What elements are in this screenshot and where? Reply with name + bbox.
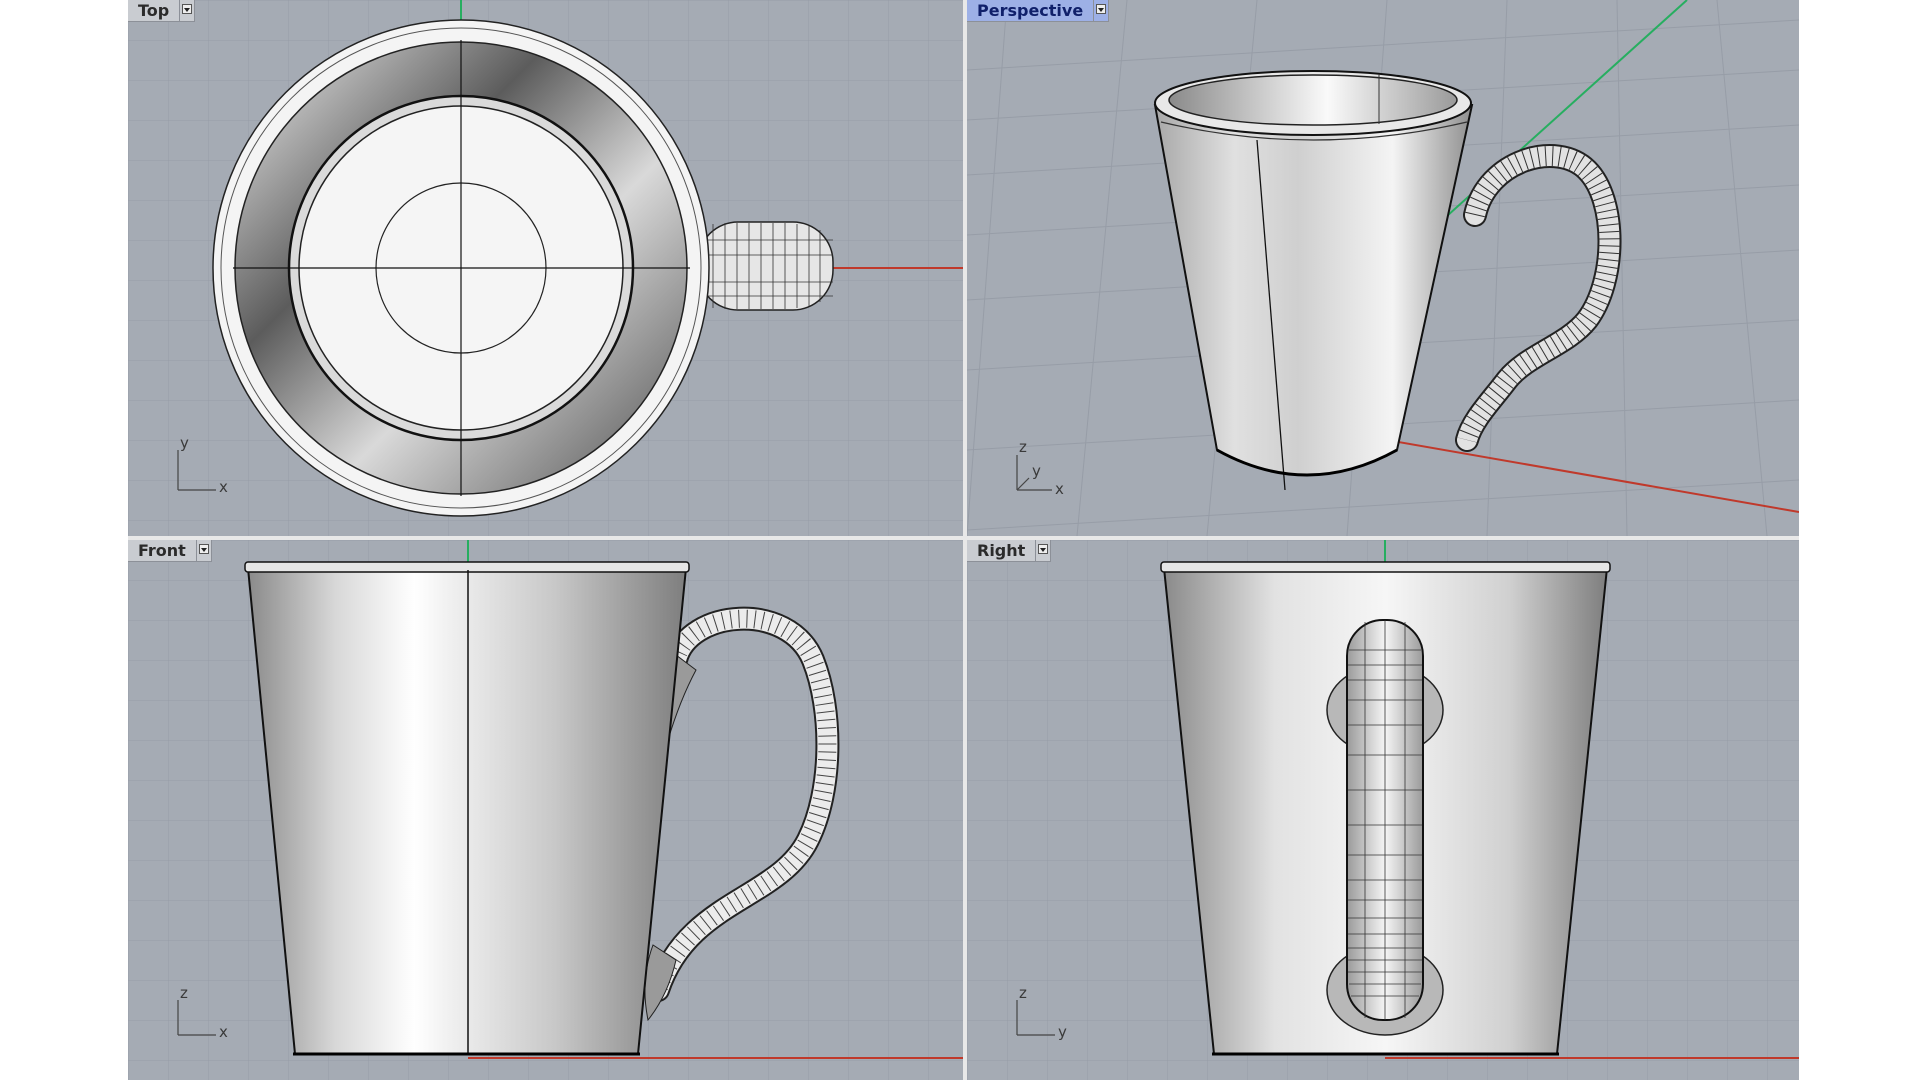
viewport-menu-arrow-icon[interactable] <box>196 540 212 562</box>
viewport-perspective[interactable]: z y x Perspective <box>967 0 1799 536</box>
right-view-canvas: z y <box>967 540 1799 1080</box>
viewport-title[interactable]: Front <box>128 540 197 562</box>
perspective-view-canvas: z y x <box>967 0 1799 536</box>
axis-label-a: z <box>1019 438 1027 456</box>
viewport-title[interactable]: Right <box>967 540 1037 562</box>
axis-label-b: x <box>219 1023 228 1041</box>
viewport-title[interactable]: Perspective <box>967 0 1095 22</box>
viewport-title[interactable]: Top <box>128 0 181 22</box>
axis-label-a: y <box>180 434 189 452</box>
viewport-label-perspective[interactable]: Perspective <box>967 0 1110 22</box>
viewport-divider-vertical[interactable] <box>963 0 967 1080</box>
axis-label-b: y <box>1058 1023 1067 1041</box>
viewport-menu-arrow-icon[interactable] <box>180 0 196 22</box>
top-view-canvas: y x <box>128 0 963 536</box>
viewport-label-top[interactable]: Top <box>128 0 196 22</box>
viewport-menu-arrow-icon[interactable] <box>1036 540 1052 562</box>
mug-body-top <box>212 19 710 517</box>
axis-label-b: x <box>219 478 228 496</box>
axis-label-a: z <box>1019 984 1027 1002</box>
viewport-label-right[interactable]: Right <box>967 540 1052 562</box>
front-view-canvas: z x <box>128 540 963 1080</box>
axis-label-c: x <box>1055 480 1064 498</box>
viewport-top[interactable]: y x Top <box>128 0 963 536</box>
axis-label-a: z <box>180 984 188 1002</box>
mug-body-front <box>244 561 690 1056</box>
viewport-divider-horizontal[interactable] <box>128 536 1799 540</box>
mug-handle-top <box>697 221 834 311</box>
viewport-label-front[interactable]: Front <box>128 540 212 562</box>
axis-label-b: y <box>1032 462 1041 480</box>
viewport-front[interactable]: z x Front <box>128 540 963 1080</box>
viewport-right[interactable]: z y Right <box>967 540 1799 1080</box>
viewport-menu-arrow-icon[interactable] <box>1094 0 1110 22</box>
